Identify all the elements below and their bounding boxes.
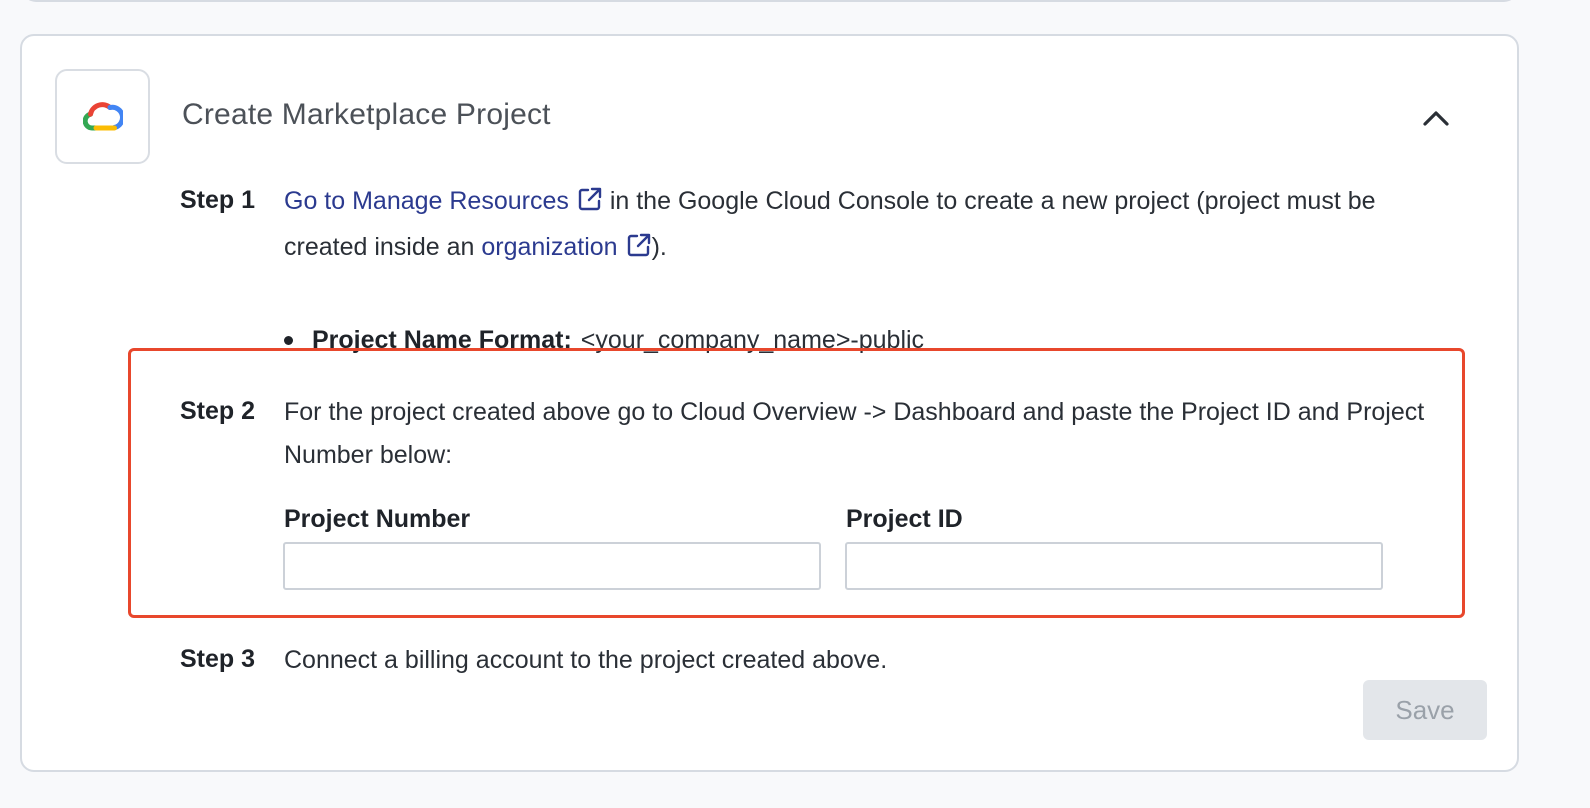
step1-label: Step 1 — [180, 186, 256, 214]
step3-text: Connect a billing account to the project… — [284, 646, 888, 674]
card-title: Create Marketplace Project — [182, 98, 551, 131]
external-link-icon — [626, 229, 652, 272]
step2-label: Step 2 — [180, 397, 256, 425]
create-marketplace-project-card: Create Marketplace Project Step 1 Go to … — [20, 34, 1519, 772]
project-id-label: Project ID — [846, 505, 963, 533]
project-id-input[interactable] — [845, 542, 1383, 590]
organization-link[interactable]: organization — [481, 233, 651, 261]
step1-text-part2: ). — [651, 233, 667, 261]
manage-resources-link[interactable]: Go to Manage Resources — [284, 187, 603, 215]
collapse-button[interactable] — [1414, 98, 1458, 138]
manage-resources-link-label: Go to Manage Resources — [284, 187, 569, 215]
organization-link-label: organization — [481, 233, 618, 261]
save-button[interactable]: Save — [1363, 680, 1487, 740]
bullet-dot — [284, 336, 293, 345]
step3-label: Step 3 — [180, 645, 256, 673]
step1-text: Go to Manage Resources in the Google Clo… — [284, 180, 1444, 272]
external-link-icon — [577, 183, 603, 226]
previous-card — [22, 0, 1518, 2]
google-cloud-icon — [82, 101, 123, 130]
project-number-label: Project Number — [284, 505, 471, 533]
chevron-up-icon — [1423, 111, 1449, 126]
logo-box — [55, 69, 150, 164]
step2-text: For the project created above go to Clou… — [284, 398, 1425, 469]
project-number-input[interactable] — [283, 542, 821, 590]
